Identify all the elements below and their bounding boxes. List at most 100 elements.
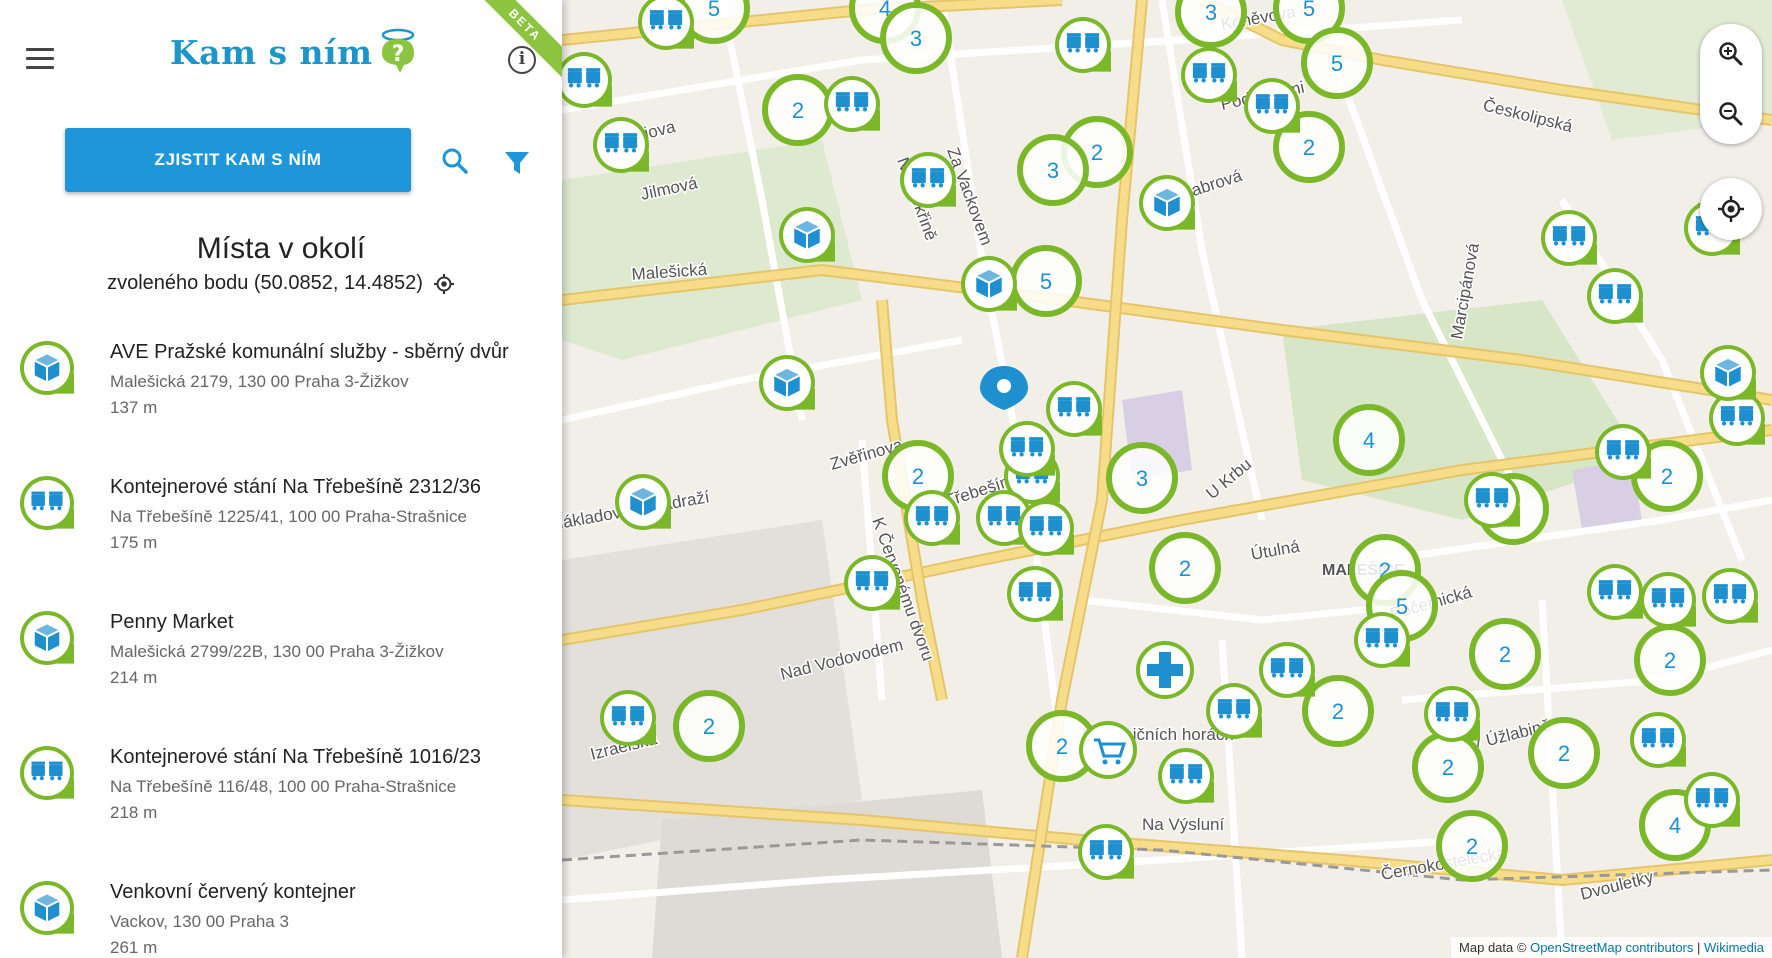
collection-point-pin-icon[interactable] — [779, 207, 835, 263]
wikimedia-link[interactable]: Wikimedia — [1704, 940, 1764, 955]
shop-cart-pin-icon[interactable] — [1079, 721, 1137, 779]
map-view[interactable]: JeseniovaJilmováMalešickáHabrováPod Lipa… — [562, 0, 1772, 958]
container-pin-icon[interactable] — [1541, 210, 1597, 266]
cluster-marker[interactable]: 3 — [880, 2, 952, 74]
place-distance: 175 m — [110, 533, 158, 552]
cluster-count: 2 — [1442, 755, 1454, 780]
cluster-marker[interactable]: 2 — [1528, 717, 1600, 789]
container-pin-icon[interactable] — [1424, 686, 1480, 742]
container-pin-icon[interactable] — [1587, 268, 1643, 324]
cluster-marker[interactable]: 5 — [1301, 27, 1373, 99]
cluster-count: 4 — [1363, 428, 1375, 453]
cluster-marker[interactable]: 2 — [1436, 810, 1508, 882]
cluster-count: 2 — [1303, 135, 1315, 160]
container-pin-icon[interactable] — [562, 52, 612, 108]
cluster-marker[interactable]: 3 — [1017, 134, 1089, 206]
container-pin-icon[interactable] — [600, 690, 656, 746]
container-pin-icon[interactable] — [1595, 424, 1651, 480]
cluster-count: 2 — [912, 464, 924, 489]
place-distance: 137 m — [110, 398, 158, 417]
cluster-marker[interactable]: 2 — [1634, 624, 1706, 696]
place-item[interactable]: Kontejnerové stání Na Třebešíně 2312/36 … — [0, 462, 562, 597]
container-pin-icon[interactable] — [1630, 712, 1686, 768]
cluster-marker[interactable]: 2 — [1149, 532, 1221, 604]
container-pin-icon[interactable] — [844, 555, 900, 611]
place-address: Vackov, 130 00 Praha 3 — [110, 912, 289, 931]
place-item[interactable]: Kontejnerové stání Na Třebešíně 1016/23 … — [0, 732, 562, 867]
hamburger-menu-icon[interactable] — [26, 48, 54, 70]
container-pin-icon[interactable] — [1007, 566, 1063, 622]
app-header: Kam s ním ? i BETA — [0, 0, 562, 120]
zoom-out-icon[interactable] — [1700, 84, 1762, 144]
cluster-marker[interactable]: 2 — [1412, 731, 1484, 803]
container-pin-icon[interactable] — [1018, 500, 1074, 556]
locate-me-icon[interactable] — [1700, 178, 1762, 240]
place-distance: 261 m — [110, 938, 158, 957]
cluster-count: 2 — [1091, 140, 1103, 165]
container-pin-icon[interactable] — [1684, 772, 1740, 828]
cluster-count: 2 — [703, 714, 715, 739]
container-pin-icon[interactable] — [900, 152, 956, 208]
box-pin-icon — [20, 611, 74, 665]
container-pin-icon[interactable] — [1702, 568, 1758, 624]
container-pin-icon[interactable] — [1046, 381, 1102, 437]
box-pin-icon — [20, 881, 74, 935]
map-canvas[interactable]: JeseniovaJilmováMalešickáHabrováPod Lipa… — [562, 0, 1772, 958]
zoom-controls — [1700, 24, 1762, 144]
container-pin-icon[interactable] — [1259, 642, 1315, 698]
bins-pin-icon — [20, 476, 74, 530]
selected-location-pin-icon[interactable] — [980, 366, 1028, 410]
cluster-marker[interactable]: 2 — [762, 74, 834, 146]
collection-point-pin-icon[interactable] — [759, 355, 815, 411]
container-pin-icon[interactable] — [1181, 47, 1237, 103]
places-list: AVE Pražské komunální služby - sběrný dv… — [0, 327, 562, 958]
container-pin-icon[interactable] — [1055, 17, 1111, 73]
info-icon[interactable]: i — [508, 46, 536, 74]
container-pin-icon[interactable] — [1587, 564, 1643, 620]
place-name: Venkovní červený kontejner — [110, 881, 356, 903]
osm-link[interactable]: OpenStreetMap contributors — [1530, 940, 1693, 955]
zoom-in-icon[interactable] — [1700, 24, 1762, 84]
cluster-marker[interactable]: 2 — [673, 690, 745, 762]
filter-icon[interactable] — [503, 148, 531, 178]
place-item[interactable]: Venkovní červený kontejner Vackov, 130 0… — [0, 867, 562, 958]
place-item[interactable]: AVE Pražské komunální služby - sběrný dv… — [0, 327, 562, 462]
container-pin-icon[interactable] — [1354, 612, 1410, 668]
bins-pin-icon — [20, 746, 74, 800]
collection-point-pin-icon[interactable] — [1139, 175, 1195, 231]
find-where-button[interactable]: ZJISTIT KAM S NÍM — [65, 128, 411, 192]
cluster-count: 5 — [708, 0, 720, 21]
container-pin-icon[interactable] — [638, 0, 694, 50]
logo-question-icon: ? — [382, 28, 415, 73]
search-icon[interactable] — [440, 146, 470, 176]
container-pin-icon[interactable] — [999, 421, 1055, 477]
cluster-marker[interactable]: 4 — [1333, 404, 1405, 476]
cluster-marker[interactable]: 3 — [1175, 0, 1247, 48]
cluster-marker[interactable]: 3 — [1106, 442, 1178, 514]
container-pin-icon[interactable] — [1158, 748, 1214, 804]
container-pin-icon[interactable] — [824, 76, 880, 132]
app-logo[interactable]: Kam s ním ? — [170, 22, 420, 82]
pharmacy-pin-icon[interactable] — [1136, 641, 1194, 699]
container-pin-icon[interactable] — [1078, 824, 1134, 880]
cluster-marker[interactable]: 5 — [1010, 245, 1082, 317]
container-pin-icon[interactable] — [593, 117, 649, 173]
crosshair-icon[interactable] — [433, 273, 455, 295]
place-name: Kontejnerové stání Na Třebešíně 1016/23 — [110, 746, 481, 768]
container-pin-icon[interactable] — [1206, 683, 1262, 739]
container-pin-icon[interactable] — [1464, 472, 1520, 528]
cluster-count: 2 — [1332, 699, 1344, 724]
place-item[interactable]: Penny Market Malešická 2799/22B, 130 00 … — [0, 597, 562, 732]
action-row: ZJISTIT KAM S NÍM — [0, 120, 562, 220]
cluster-count: 3 — [910, 26, 922, 51]
place-distance: 218 m — [110, 803, 158, 822]
collection-point-pin-icon[interactable] — [615, 474, 671, 530]
collection-point-pin-icon[interactable] — [1700, 345, 1756, 401]
cluster-count: 5 — [1040, 269, 1052, 294]
cluster-marker[interactable]: 2 — [1469, 618, 1541, 690]
beta-ribbon: BETA — [464, 0, 562, 86]
container-pin-icon[interactable] — [904, 490, 960, 546]
container-pin-icon[interactable] — [1640, 572, 1696, 628]
collection-point-pin-icon[interactable] — [961, 256, 1017, 312]
container-pin-icon[interactable] — [1244, 78, 1300, 134]
